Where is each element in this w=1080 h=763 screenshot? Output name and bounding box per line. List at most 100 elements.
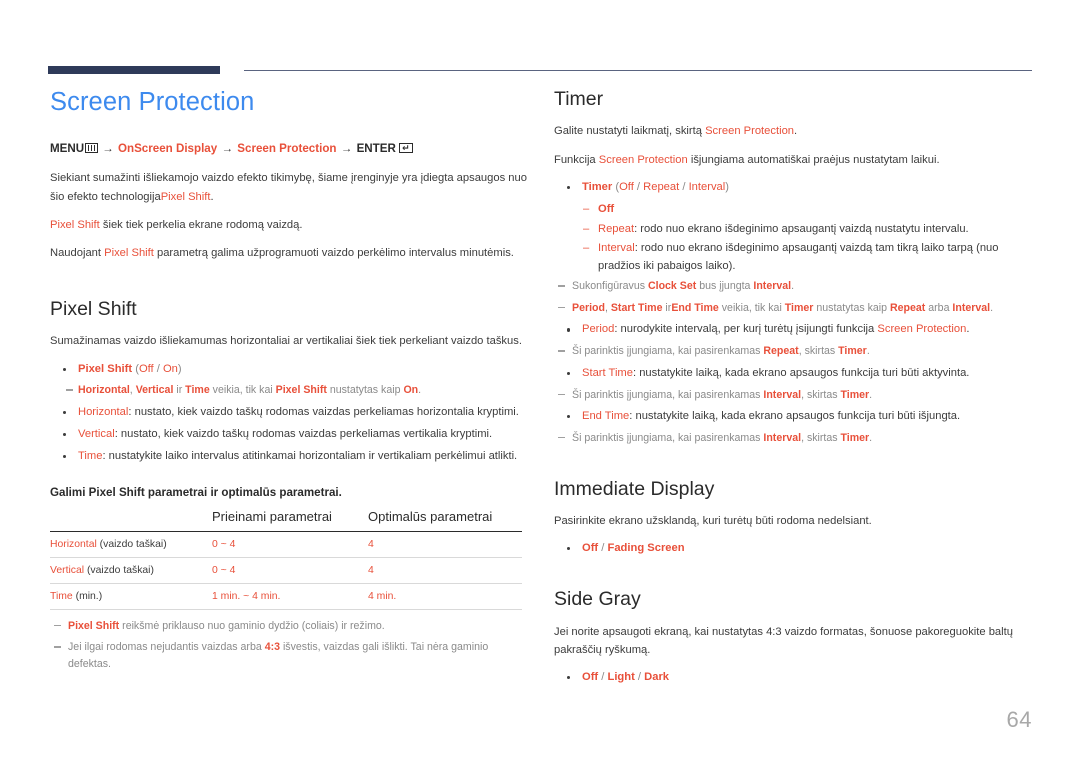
header-rule-thick [48, 66, 220, 74]
table-note-1-frag-0: Jei ilgai rodomas nejudantis vaizdas arb… [68, 641, 265, 654]
timer-item-6-frag-2[interactable]: Screen Protection [877, 323, 966, 335]
intro-0-frag-1[interactable]: Pixel Shift [161, 191, 211, 203]
timer-note-4-frag-4: . [791, 280, 795, 293]
timer-note-5-frag-6[interactable]: Timer [785, 302, 814, 314]
timer-sub-item[interactable]: Off [554, 201, 1032, 219]
timer-note-9-frag-2: , skirtas [801, 388, 841, 401]
timer-note: Ši parinktis įjungiama, kai pasirenkamas… [554, 430, 1032, 447]
timer-item-0-frag-6[interactable]: Interval [689, 181, 726, 193]
timer-note-11-frag-3[interactable]: Timer [841, 432, 870, 444]
timer-sub-item[interactable]: Repeat: rodo nuo ekrano išdeginimo apsau… [554, 221, 1032, 239]
timer-note-5-frag-8[interactable]: Repeat [890, 302, 925, 314]
pixel-shift-item[interactable]: Vertical: nustato, kiek vaizdo taškų rod… [50, 426, 528, 444]
table-note-0-frag-0[interactable]: Pixel Shift [68, 620, 119, 632]
left-column: Screen Protection MENU → OnScreen Display… [50, 88, 528, 677]
menu-item-onscreen-display[interactable]: OnScreen Display [118, 142, 217, 155]
timer-note-4-frag-3[interactable]: Interval [753, 280, 791, 292]
timer-note-7-frag-1[interactable]: Repeat [763, 345, 798, 357]
timer-note: Ši parinktis įjungiama, kai pasirenkamas… [554, 343, 1032, 360]
pixel-shift-note-1-frag-6[interactable]: Pixel Shift [276, 384, 327, 396]
table-cell-optimal: 4 [368, 531, 522, 558]
side-gray-item-0-frag-3: / [634, 670, 645, 683]
pixel-shift-note-1-frag-8[interactable]: On [403, 384, 418, 396]
timer-item-0-frag-4[interactable]: Repeat [643, 181, 679, 193]
side-gray-item-0-frag-2[interactable]: Light [607, 671, 634, 683]
intro-2-frag-2: parametrą galima užprogramuoti vaizdo pe… [153, 246, 514, 259]
immediate-display-item-0-frag-0[interactable]: Off [582, 542, 598, 554]
side-gray-item-0-frag-4[interactable]: Dark [644, 671, 669, 683]
timer-item-10-frag-0[interactable]: End Time [582, 410, 629, 422]
table-note-0-frag-1: reikšmė priklauso nuo gaminio dydžio (co… [119, 619, 385, 632]
pixel-shift-note-1-frag-4[interactable]: Time [185, 384, 210, 396]
timer-desc-0-frag-1[interactable]: Screen Protection [705, 125, 794, 137]
intro-1-frag-0[interactable]: Pixel Shift [50, 219, 100, 231]
timer-note-5-frag-2[interactable]: Start Time [611, 302, 663, 314]
timer-item-3-frag-0[interactable]: Interval [598, 242, 635, 254]
timer-sub-item[interactable]: Interval: rodo nuo ekrano išdeginimo aps… [554, 240, 1032, 276]
side-gray-item-0-frag-0[interactable]: Off [582, 671, 598, 683]
timer-note-4-frag-1[interactable]: Clock Set [648, 280, 696, 292]
pixel-shift-item[interactable]: Pixel Shift (Off / On) [50, 361, 528, 379]
timer-note-5-frag-0[interactable]: Period [572, 302, 605, 314]
intro-paragraph: Pixel Shift šiek tiek perkelia ekrane ro… [50, 216, 528, 234]
timer-note-5-frag-11: . [990, 301, 994, 314]
timer-item-0-frag-5: / [679, 180, 689, 193]
timer-item-6-frag-0[interactable]: Period [582, 323, 614, 335]
param-name[interactable]: Time [50, 591, 73, 602]
timer-note-7-frag-3[interactable]: Timer [838, 345, 867, 357]
timer-note-11-frag-1[interactable]: Interval [763, 432, 801, 444]
pixel-shift-note-1-frag-2[interactable]: Vertical [136, 384, 174, 396]
menu-item-screen-protection[interactable]: Screen Protection [237, 142, 336, 155]
path-arrow-3: → [340, 142, 353, 156]
timer-item-2-frag-1: : rodo nuo ekrano išdeginimo apsaugantį … [634, 222, 969, 235]
timer-item-1-frag-0[interactable]: Off [598, 203, 614, 215]
section-heading-timer: Timer [554, 88, 604, 110]
timer-note-5-frag-4[interactable]: End Time [671, 302, 719, 314]
table-note-1-frag-1[interactable]: 4:3 [265, 641, 280, 653]
timer-item[interactable]: Timer (Off / Repeat / Interval) [554, 179, 1032, 197]
param-name[interactable]: Vertical [50, 565, 84, 576]
immediate-display-item[interactable]: Off / Fading Screen [554, 540, 1032, 558]
table-note: Pixel Shift reikšmė priklauso nuo gamini… [50, 618, 528, 635]
timer-note-4-frag-0: Sukonfigūravus [572, 280, 648, 293]
pixel-shift-item-0-frag-0[interactable]: Pixel Shift [78, 363, 132, 375]
timer-item[interactable]: Period: nurodykite intervalą, per kurį t… [554, 321, 1032, 339]
enter-label: ENTER [356, 142, 396, 156]
timer-item-2-frag-0[interactable]: Repeat [598, 223, 634, 235]
param-unit: (min.) [72, 590, 103, 602]
pixel-shift-params-table: Prieinami parametrai Optimalūs parametra… [50, 508, 522, 610]
pixel-shift-item-3-frag-0[interactable]: Vertical [78, 428, 115, 440]
timer-item-8-frag-0[interactable]: Start Time [582, 367, 633, 379]
timer-note-5-frag-10[interactable]: Interval [952, 302, 990, 314]
timer-item-0-frag-2[interactable]: Off [619, 181, 634, 193]
pixel-shift-note-1-frag-0[interactable]: Horizontal [78, 384, 130, 396]
timer-item-0-frag-0[interactable]: Timer [582, 181, 612, 193]
timer-desc-1-frag-1[interactable]: Screen Protection [599, 154, 688, 166]
pixel-shift-item-4-frag-1: : nustatykite laiko intervalus atitinkam… [102, 449, 518, 462]
timer-item[interactable]: Start Time: nustatykite laiką, kada ekra… [554, 365, 1032, 383]
right-column: Timer Galite nustatyti laikmatį, skirtą … [554, 88, 1032, 691]
path-arrow-2: → [221, 142, 234, 156]
timer-note-9-frag-4: . [869, 388, 873, 401]
side-gray-item[interactable]: Off / Light / Dark [554, 669, 1032, 687]
pixel-shift-item[interactable]: Time: nustatykite laiko intervalus atiti… [50, 448, 528, 466]
table-cell-available: 0 ~ 4 [212, 557, 368, 584]
timer-note-9-frag-3[interactable]: Timer [841, 389, 870, 401]
param-name[interactable]: Horizontal [50, 539, 97, 550]
pixel-shift-item-0-frag-2[interactable]: Off [139, 363, 154, 375]
pixel-shift-item[interactable]: Horizontal: nustato, kiek vaizdo taškų r… [50, 404, 528, 422]
table-cell-available: 0 ~ 4 [212, 531, 368, 558]
table-header-available: Prieinami parametrai [212, 508, 368, 532]
intro-2-frag-1[interactable]: Pixel Shift [104, 247, 154, 259]
pixel-shift-item-4-frag-0[interactable]: Time [78, 450, 102, 462]
side-gray-description: Jei norite apsaugoti ekraną, kai nustaty… [554, 625, 1013, 656]
pixel-shift-note-1-frag-9: . [418, 384, 422, 397]
pixel-shift-item-2-frag-0[interactable]: Horizontal [78, 406, 128, 418]
pixel-shift-note-1-frag-3: ir [173, 384, 186, 397]
timer-item[interactable]: End Time: nustatykite laiką, kada ekrano… [554, 408, 1032, 426]
timer-note-9-frag-1[interactable]: Interval [763, 389, 801, 401]
table-cell-optimal: 4 [368, 557, 522, 584]
immediate-display-item-0-frag-2[interactable]: Fading Screen [607, 542, 684, 554]
pixel-shift-item-0-frag-4[interactable]: On [163, 363, 178, 375]
